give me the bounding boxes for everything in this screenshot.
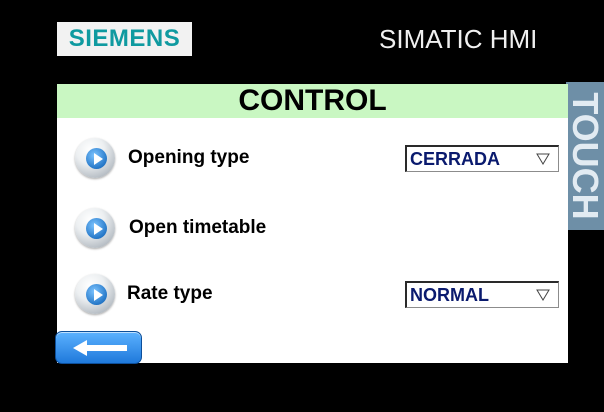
- opening-type-button[interactable]: [75, 138, 115, 178]
- chevron-down-icon: [536, 153, 550, 165]
- opening-type-row: Opening type CERRADA: [57, 136, 568, 180]
- rate-type-select[interactable]: NORMAL: [405, 281, 559, 308]
- open-timetable-row: Open timetable: [57, 206, 568, 250]
- page-title: CONTROL: [57, 84, 568, 118]
- rate-type-row: Rate type NORMAL: [57, 272, 568, 316]
- back-button[interactable]: [55, 331, 142, 364]
- arrow-left-icon: [73, 340, 127, 356]
- siemens-logo: SIEMENS: [57, 22, 192, 56]
- opening-type-select[interactable]: CERRADA: [405, 145, 559, 172]
- play-circle-icon: [94, 153, 103, 165]
- chevron-down-icon: [536, 289, 550, 301]
- opening-type-label: Opening type: [128, 147, 250, 168]
- play-circle-icon: [94, 223, 103, 235]
- rate-type-button[interactable]: [75, 274, 115, 314]
- play-circle-icon: [94, 289, 103, 301]
- open-timetable-label: Open timetable: [129, 217, 267, 238]
- opening-type-value: CERRADA: [410, 149, 500, 169]
- touch-label: TOUCH: [566, 92, 604, 220]
- open-timetable-button[interactable]: [75, 208, 115, 248]
- rate-type-label: Rate type: [127, 283, 213, 304]
- rate-type-value: NORMAL: [410, 285, 489, 305]
- control-panel: Opening type CERRADA Open timetable Rate…: [57, 118, 568, 363]
- device-title: SIMATIC HMI: [379, 24, 538, 54]
- touch-label-strip: TOUCH: [566, 82, 604, 230]
